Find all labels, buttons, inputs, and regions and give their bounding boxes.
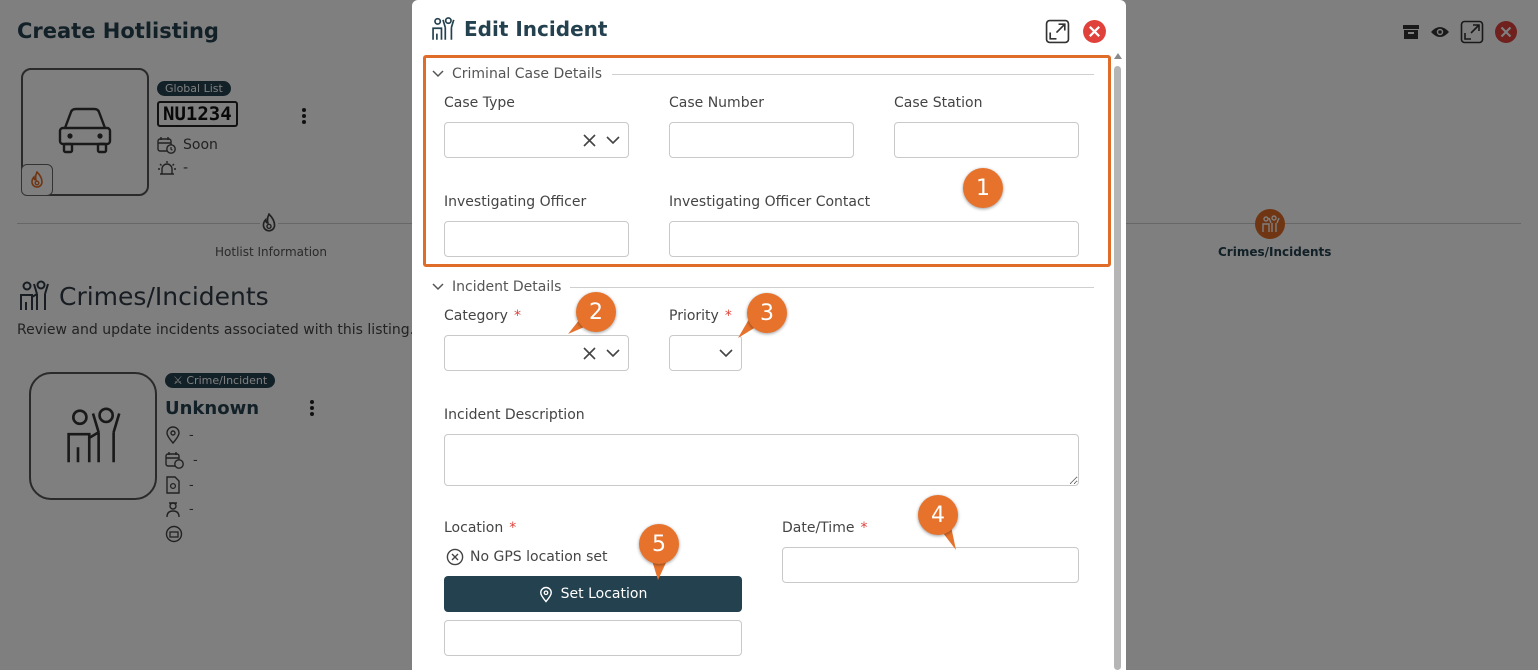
callout-4: 4: [918, 495, 958, 535]
close-icon[interactable]: [1082, 19, 1107, 48]
required-mark: *: [860, 520, 868, 536]
chevron-down-icon: [432, 283, 444, 291]
category-label: Category *: [444, 308, 521, 324]
crime-icon: [432, 17, 455, 40]
criminal-section-highlight: [423, 55, 1111, 267]
modal-title: Edit Incident: [464, 17, 608, 41]
required-mark: *: [509, 520, 517, 536]
modal-header: Edit Incident: [430, 16, 607, 42]
modal-scrollbar[interactable]: [1114, 66, 1121, 670]
scroll-up-arrow[interactable]: [1114, 53, 1122, 59]
category-select[interactable]: [444, 335, 629, 371]
callout-2: 2: [576, 292, 616, 332]
chevron-down-icon[interactable]: [606, 348, 620, 358]
callout-1: 1: [963, 168, 1003, 208]
incident-section-header[interactable]: Incident Details: [432, 279, 561, 295]
clear-icon[interactable]: [583, 346, 596, 360]
no-location-icon: [446, 548, 464, 566]
location-pin-icon: [539, 586, 552, 603]
required-mark: *: [513, 308, 521, 324]
chevron-down-icon[interactable]: [719, 348, 733, 358]
priority-label: Priority *: [669, 308, 732, 324]
section-divider: [570, 287, 1094, 288]
location-label: Location *: [444, 520, 517, 536]
callout-5: 5: [639, 524, 679, 564]
set-location-button[interactable]: Set Location: [444, 576, 742, 612]
expand-icon[interactable]: [1045, 19, 1070, 48]
incident-description-textarea[interactable]: [444, 434, 1079, 486]
callout-3: 3: [747, 293, 787, 333]
datetime-label: Date/Time *: [782, 520, 868, 536]
gps-status: No GPS location set: [446, 548, 608, 566]
location-text-input[interactable]: [444, 620, 742, 656]
incident-description-label: Incident Description: [444, 407, 585, 423]
